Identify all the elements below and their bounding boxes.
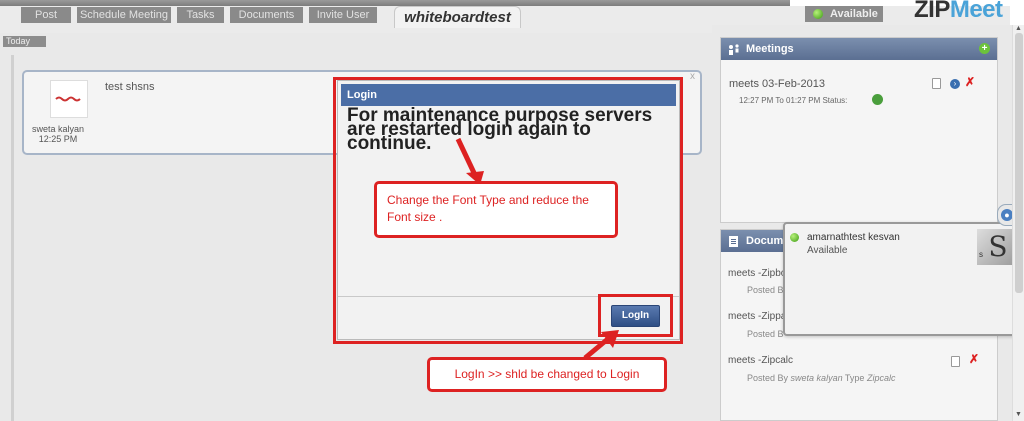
delete-icon[interactable]: ✗ (969, 353, 979, 365)
login-button[interactable]: LogIn (611, 305, 660, 327)
scroll-up-icon[interactable]: ▲ (1015, 25, 1022, 32)
logo-text-zip: ZIP (914, 0, 950, 23)
modal-message: For maintenance purpose servers are rest… (347, 105, 653, 154)
document-title[interactable]: meets -Zippa (728, 311, 786, 322)
user-avatar-initial: s (979, 250, 983, 259)
document-meta: Posted By sweta kalyan Type Zipcalc (747, 373, 895, 383)
tab-post[interactable]: Post (21, 7, 71, 23)
document-icon[interactable] (951, 356, 960, 367)
user-status: Available (807, 245, 848, 256)
people-icon (729, 44, 739, 55)
post-author[interactable]: sweta kalyan (28, 125, 88, 134)
document-title[interactable]: meets -Zipcalc (728, 355, 793, 366)
availability-status[interactable]: Available (805, 6, 883, 22)
scroll-thumb[interactable] (1015, 33, 1023, 293)
green-dot-icon (790, 233, 799, 242)
document-type: Zipcalc (866, 373, 896, 383)
annotation-arrow-1 (455, 137, 484, 185)
document-posted-by: Posted B (747, 329, 784, 339)
meetings-header-label: Meetings (746, 43, 794, 55)
plus-circle-icon[interactable]: + (979, 43, 990, 54)
avatar-logo-icon (55, 96, 81, 102)
availability-label: Available (830, 8, 878, 20)
page-scrollbar[interactable]: ▲ ▼ (1012, 25, 1024, 421)
avatar (50, 80, 88, 118)
user-presence-popup: amarnathtest kesvan Available S s (783, 222, 1024, 336)
tab-tasks[interactable]: Tasks (177, 7, 224, 23)
tab-schedule-meeting[interactable]: Schedule Meeting (77, 7, 171, 23)
scroll-down-icon[interactable]: ▼ (1015, 411, 1022, 418)
meetings-header: Meetings + (721, 38, 997, 60)
green-dot-icon (813, 9, 823, 19)
document-icon (729, 236, 738, 247)
arrow-circle-icon[interactable]: › (950, 79, 960, 89)
tab-whiteboardtest[interactable]: whiteboardtest (394, 6, 521, 28)
post-time: 12:25 PM (38, 134, 78, 144)
zipmeet-logo: ZIPMeet (914, 0, 1003, 24)
posted-by-label: Posted By (747, 373, 789, 383)
meeting-title[interactable]: meets 03-Feb-2013 (729, 78, 825, 90)
post-text: test shsns (105, 81, 155, 93)
type-label: Type (844, 373, 865, 383)
logo-text-meet: Meet (949, 0, 1003, 23)
meeting-status-icon (872, 94, 883, 105)
login-annotation-callout: LogIn >> shld be changed to Login (427, 357, 667, 392)
document-posted-by: Posted B (747, 285, 784, 295)
document-title[interactable]: meets -Zipbo (728, 268, 786, 279)
document-author: sweta kalyan (790, 373, 843, 383)
today-label: Today (3, 36, 46, 47)
tab-invite-user[interactable]: Invite User (309, 7, 377, 23)
user-name[interactable]: amarnathtest kesvan (807, 232, 900, 243)
timeline-line (11, 55, 14, 421)
meeting-time: 12:27 PM To 01:27 PM Status: (739, 96, 848, 105)
modal-title: Login (341, 84, 676, 106)
document-icon[interactable] (932, 78, 941, 89)
close-icon[interactable]: x (690, 71, 695, 82)
meetings-panel: Meetings + meets 03-Feb-2013 12:27 PM To… (720, 37, 998, 223)
font-annotation-callout: Change the Font Type and reduce the Font… (374, 181, 618, 238)
delete-icon[interactable]: ✗ (965, 76, 975, 88)
tab-documents[interactable]: Documents (230, 7, 303, 23)
